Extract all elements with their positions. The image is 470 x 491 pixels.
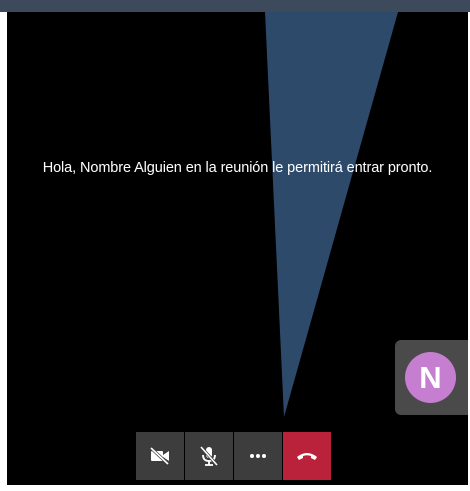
- top-bar: [0, 0, 470, 12]
- lobby-waiting-message: Hola, Nombre Alguien en la reunión le pe…: [42, 160, 433, 176]
- participant-tile[interactable]: N: [395, 340, 468, 415]
- camera-off-icon: [149, 447, 170, 465]
- call-toolbar: [136, 432, 331, 480]
- toggle-microphone-button[interactable]: [185, 432, 233, 480]
- hang-up-button[interactable]: [283, 432, 331, 480]
- video-stage: Hola, Nombre Alguien en la reunión le pe…: [7, 12, 468, 485]
- toggle-camera-button[interactable]: [136, 432, 184, 480]
- hang-up-icon: [297, 453, 317, 460]
- more-options-icon: [250, 454, 266, 458]
- meeting-window: Hola, Nombre Alguien en la reunión le pe…: [0, 0, 470, 491]
- participant-avatar: N: [405, 352, 456, 403]
- microphone-off-icon: [199, 446, 219, 466]
- more-options-button[interactable]: [234, 432, 282, 480]
